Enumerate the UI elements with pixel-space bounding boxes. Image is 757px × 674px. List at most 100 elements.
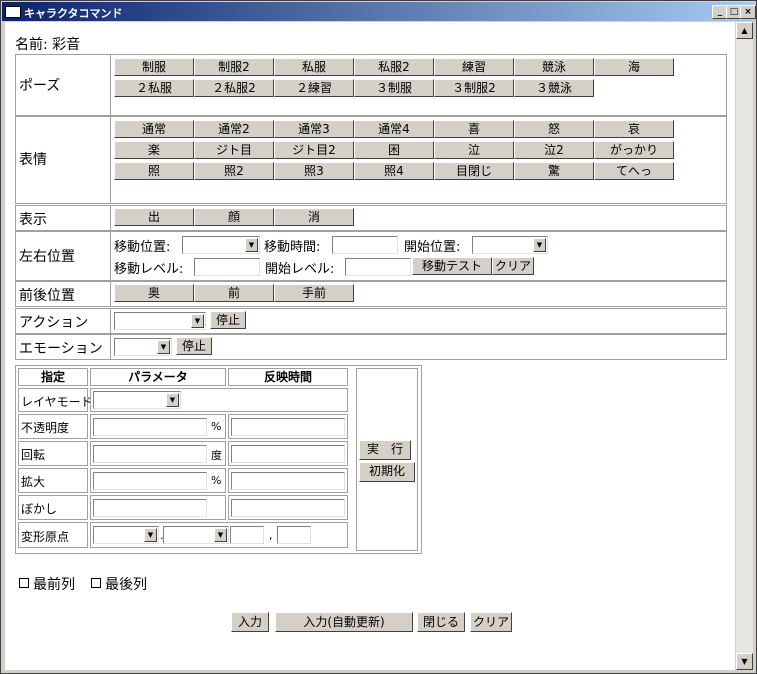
start-position-select[interactable]: ▼ (472, 236, 548, 254)
pose-button[interactable]: 私服 (274, 58, 354, 76)
reset-button[interactable]: 初期化 (359, 462, 415, 482)
origin-comma: , (269, 529, 273, 542)
emotion-select[interactable]: ▼ (114, 338, 172, 356)
rotation-input[interactable] (93, 445, 207, 463)
pose-button[interactable]: 制服 (114, 58, 194, 76)
layer-mode-cell: ▼ (90, 388, 348, 412)
input-auto-update-button[interactable]: 入力(自動更新) (275, 612, 413, 632)
pose-button[interactable]: ２私服2 (194, 79, 274, 97)
input-button[interactable]: 入力 (231, 612, 269, 632)
action-row: アクション ▼ 停止 (15, 308, 727, 334)
depth-foremost-button[interactable]: 手前 (274, 284, 354, 302)
scale-time-input[interactable] (231, 472, 345, 490)
action-stop-button[interactable]: 停止 (210, 311, 246, 329)
opacity-label: 不透明度 (18, 414, 88, 439)
start-level-label: 開始レベル: (265, 262, 335, 277)
scale-input[interactable] (93, 472, 207, 490)
pose-button[interactable]: ２練習 (274, 79, 354, 97)
move-time-input[interactable] (332, 236, 398, 254)
expression-button[interactable]: てへっ (594, 162, 674, 180)
chevron-down-icon: ▼ (166, 393, 179, 407)
character-command-window: キャラクタコマンド _ □ × 名前: 彩音 ポーズ 制服 制服2 私服 私服2… (0, 0, 757, 674)
vertical-scrollbar[interactable]: ▲ ▼ (736, 22, 753, 670)
expression-button[interactable]: 困 (354, 141, 434, 159)
origin-y-select[interactable]: ▼ (163, 526, 229, 544)
move-level-input[interactable] (194, 258, 260, 276)
emotion-stop-button[interactable]: 停止 (176, 337, 212, 355)
expression-button[interactable]: 楽 (114, 141, 194, 159)
expression-button[interactable]: 通常3 (274, 120, 354, 138)
expression-button[interactable]: 通常 (114, 120, 194, 138)
expression-button[interactable]: 喜 (434, 120, 514, 138)
emotion-row: エモーション ▼ 停止 (15, 334, 727, 360)
opacity-cell: % (90, 414, 226, 439)
pose-button[interactable]: ３制服2 (434, 79, 514, 97)
blur-cell (90, 495, 226, 520)
pose-button[interactable]: 制服2 (194, 58, 274, 76)
action-label: アクション (16, 309, 111, 333)
close-icon[interactable]: × (740, 5, 756, 19)
expression-button[interactable]: がっかり (594, 141, 674, 159)
lr-position-label: 左右位置 (16, 232, 111, 280)
footer-clear-button[interactable]: クリア (470, 612, 512, 632)
move-position-select[interactable]: ▼ (182, 236, 260, 254)
expression-button[interactable]: 照 (114, 162, 194, 180)
expression-button[interactable]: 照3 (274, 162, 354, 180)
opacity-input[interactable] (93, 418, 207, 436)
expression-button[interactable]: 泣2 (514, 141, 594, 159)
chevron-down-icon: ▼ (144, 528, 157, 542)
rotation-cell: 度 (90, 441, 226, 466)
expression-button[interactable]: 照4 (354, 162, 434, 180)
opacity-time-input[interactable] (231, 418, 345, 436)
rotation-label: 回転 (18, 441, 88, 466)
lr-clear-button[interactable]: クリア (492, 257, 534, 275)
blur-time-input[interactable] (231, 499, 345, 517)
expression-button[interactable]: 通常4 (354, 120, 434, 138)
col-time-header: 反映時間 (228, 368, 348, 386)
scroll-up-icon[interactable]: ▲ (736, 22, 753, 39)
scale-time-cell (228, 468, 348, 493)
origin-x-input[interactable] (230, 526, 264, 544)
expression-button[interactable]: ジト目2 (274, 141, 354, 159)
expression-button[interactable]: 怒 (514, 120, 594, 138)
action-select[interactable]: ▼ (114, 312, 206, 330)
display-face-button[interactable]: 顔 (194, 208, 274, 226)
blur-input[interactable] (93, 499, 207, 517)
expression-button[interactable]: 哀 (594, 120, 674, 138)
depth-front-button[interactable]: 前 (194, 284, 274, 302)
display-show-button[interactable]: 出 (114, 208, 194, 226)
back-checkbox[interactable] (91, 578, 101, 588)
pose-button[interactable]: ２私服 (114, 79, 194, 97)
expression-button[interactable]: 照2 (194, 162, 274, 180)
start-position-label: 開始位置: (404, 240, 461, 255)
pose-button[interactable]: 競泳 (514, 58, 594, 76)
pose-button[interactable]: 私服2 (354, 58, 434, 76)
pose-button[interactable]: ３競泳 (514, 79, 594, 97)
scroll-down-icon[interactable]: ▼ (736, 653, 753, 670)
origin-y-input[interactable] (277, 526, 311, 544)
col-spec-header: 指定 (18, 368, 88, 386)
expression-button[interactable]: ジト目 (194, 141, 274, 159)
expression-button[interactable]: 泣 (434, 141, 514, 159)
pose-button[interactable]: 海 (594, 58, 674, 76)
expression-button[interactable]: 通常2 (194, 120, 274, 138)
rotation-time-input[interactable] (231, 445, 345, 463)
close-button[interactable]: 閉じる (417, 612, 465, 632)
move-test-button[interactable]: 移動テスト (412, 257, 492, 275)
start-level-input[interactable] (345, 258, 411, 276)
expression-button[interactable]: 目閉じ (434, 162, 514, 180)
lr-position-row: 左右位置 移動位置: ▼ 移動時間: 開始位置: ▼ 移動レベル: 開始レベル:… (15, 231, 727, 281)
run-button[interactable]: 実 行 (359, 440, 411, 460)
expression-button[interactable]: 驚 (514, 162, 594, 180)
pose-button[interactable]: 練習 (434, 58, 514, 76)
title-bar[interactable]: キャラクタコマンド _ □ × (2, 2, 756, 21)
pose-button[interactable]: ３制服 (354, 79, 434, 97)
origin-x-select[interactable]: ▼ (93, 526, 159, 544)
layer-mode-select[interactable]: ▼ (93, 391, 181, 409)
depth-back-button[interactable]: 奥 (114, 284, 194, 302)
front-checkbox[interactable] (19, 578, 29, 588)
display-hide-button[interactable]: 消 (274, 208, 354, 226)
emotion-label: エモーション (16, 335, 111, 359)
front-label: 最前列 (33, 577, 75, 593)
chevron-down-icon: ▼ (214, 528, 227, 542)
